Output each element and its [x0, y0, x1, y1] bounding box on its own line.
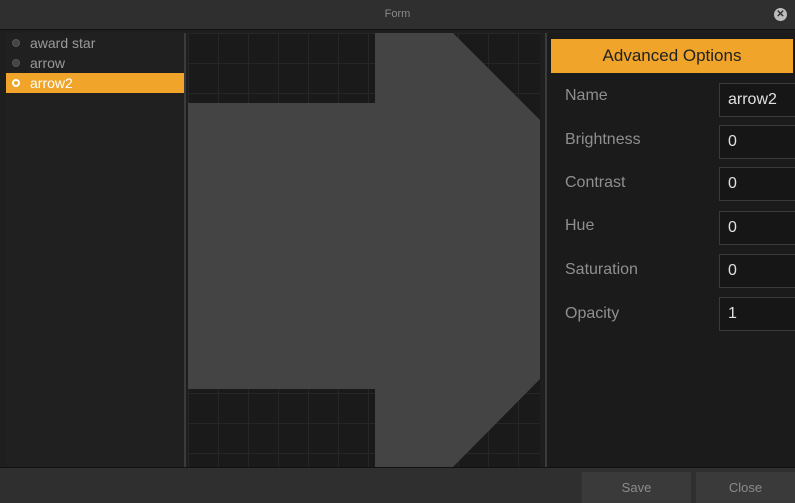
contrast-label: Contrast: [565, 174, 626, 191]
radio-icon: [12, 59, 20, 67]
brightness-field[interactable]: 0: [719, 125, 795, 159]
radio-icon: [12, 39, 20, 47]
brightness-label: Brightness: [565, 131, 641, 148]
opacity-field[interactable]: 1: [719, 297, 795, 331]
advanced-options-header[interactable]: Advanced Options: [551, 39, 793, 73]
layer-item-arrow2[interactable]: arrow2: [6, 73, 184, 93]
layer-item-label: arrow: [30, 55, 66, 71]
arrow-shape-preview: [188, 33, 540, 467]
hue-label: Hue: [565, 217, 595, 234]
arrow-shape: [188, 33, 540, 467]
hue-field[interactable]: 0: [719, 211, 795, 245]
opacity-label: Opacity: [565, 305, 620, 322]
close-button[interactable]: Close: [696, 472, 795, 503]
preview-canvas[interactable]: [188, 33, 540, 467]
title-bar: Form ✕: [0, 0, 795, 30]
layer-item-label: award star: [30, 35, 96, 51]
radio-selected-icon: [12, 79, 20, 87]
bottom-bar: Save Close: [0, 467, 795, 503]
window-title: Form: [384, 8, 411, 20]
name-field[interactable]: arrow2: [719, 83, 795, 117]
layer-item-label: arrow2: [30, 75, 73, 91]
layer-list: award star arrow arrow2: [6, 33, 186, 467]
contrast-field[interactable]: 0: [719, 167, 795, 201]
advanced-options-panel: Advanced Options Name arrow2 Brightness …: [545, 33, 795, 467]
saturation-label: Saturation: [565, 261, 638, 278]
save-button[interactable]: Save: [582, 472, 691, 503]
window-close-icon[interactable]: ✕: [774, 8, 787, 21]
layer-item-award-star[interactable]: award star: [6, 33, 184, 53]
saturation-field[interactable]: 0: [719, 254, 795, 288]
layer-item-arrow[interactable]: arrow: [6, 53, 184, 73]
name-label: Name: [565, 87, 608, 104]
